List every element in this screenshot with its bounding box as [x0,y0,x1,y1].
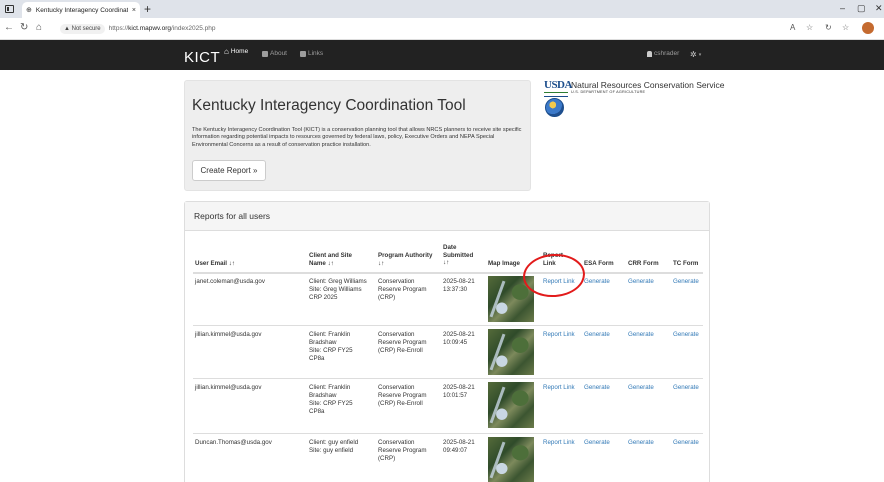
esa-generate-link[interactable]: Generate [584,278,610,286]
site-navbar: KICT ⌂ Home About Links cshrader ✲ ▾ [0,40,884,70]
maximize-icon[interactable]: ▢ [857,3,866,14]
crr-generate-link[interactable]: Generate [628,331,654,339]
header-crr-form: CRR Form [628,260,659,267]
header-divider [193,272,703,274]
header-client-site[interactable]: Client and Site Name ↓↑ [309,252,352,267]
row-map-image[interactable] [488,329,534,375]
gear-icon: ✲ [690,50,697,59]
agency-name: Natural Resources Conservation Service [571,80,725,90]
nav-about[interactable]: About [262,50,287,57]
header-program-authority[interactable]: Program Authority ↓↑ [378,252,432,267]
kentucky-seal-icon [545,98,564,117]
row-email: jillian.kimmel@usda.gov [195,384,262,391]
tc-generate-link[interactable]: Generate [673,278,699,286]
about-icon [262,50,268,57]
header-esa-form: ESA Form [584,260,614,267]
tab-close-icon[interactable]: × [132,7,136,14]
row-client-site: Client: Franklin Bradshaw Site: CRP FY25 CP… [309,331,353,362]
reports-panel-header: Reports for all users [185,202,709,231]
row-client-site: Client: guy enfield Site: guy enfield [309,439,359,454]
user-icon [647,50,652,57]
row-date: 2025-08-21 10:09:45 [443,331,475,346]
row-email: Duncan.Thomas@usda.gov [195,439,272,446]
new-tab-button[interactable]: + [144,2,151,16]
crr-generate-link[interactable]: Generate [628,384,654,392]
create-report-button[interactable]: Create Report » [192,160,266,181]
esa-generate-link[interactable]: Generate [584,439,610,447]
page-title: Kentucky Interagency Coordination Tool [192,97,466,114]
usda-logo: USDA [544,79,572,97]
row-divider [193,325,703,326]
row-email: janet.coleman@usda.gov [195,278,265,285]
url-input[interactable]: ▲ Not secure https://kict.mapwv.org/inde… [60,21,780,36]
not-secure-badge[interactable]: ▲ Not secure [60,23,105,34]
header-map-image: Map Image [488,260,520,267]
address-bar: ← ↻ ⌂ ▲ Not secure https://kict.mapwv.or… [0,18,884,40]
nav-home[interactable]: ⌂ Home [224,47,248,56]
brand-logo[interactable]: KICT [184,49,220,66]
tc-generate-link[interactable]: Generate [673,384,699,392]
report-link[interactable]: Report Link [543,439,575,447]
settings-menu[interactable]: ✲ ▾ [690,50,701,59]
row-divider [193,378,703,379]
home-icon: ⌂ [224,47,229,56]
nav-links-label: Links [308,50,324,57]
row-client-site: Client: Franklin Bradshaw Site: CRP FY25 CP… [309,384,353,415]
report-link[interactable]: Report Link [543,384,575,392]
report-link[interactable]: Report Link [543,331,575,339]
favorite-star-icon[interactable]: ☆ [806,23,813,32]
crr-generate-link[interactable]: Generate [628,439,654,447]
row-date: 2025-08-21 09:49:07 [443,439,475,454]
row-program: Conservation Reserve Program (CRP) [378,278,427,301]
tc-generate-link[interactable]: Generate [673,331,699,339]
row-program: Conservation Reserve Program (CRP) [378,439,427,462]
nav-links[interactable]: Links [300,50,323,57]
url-text: https://kict.mapwv.org/index2025.php [108,25,216,32]
row-date: 2025-08-21 10:01:57 [443,384,475,399]
header-user-email[interactable]: User Email ↓↑ [195,260,235,268]
window-menu-icon[interactable] [5,5,14,13]
browser-tab-bar: ⊕ Kentucky Interagency Coordinati × + – … [0,0,884,18]
favorites-icon[interactable]: ☆ [842,23,849,32]
department-name: U.S. DEPARTMENT OF AGRICULTURE [571,90,646,94]
intro-panel: Kentucky Interagency Coordination Tool T… [184,80,531,191]
profile-avatar[interactable] [862,22,874,34]
crr-generate-link[interactable]: Generate [628,278,654,286]
user-menu[interactable]: cshrader [647,50,679,57]
tc-generate-link[interactable]: Generate [673,439,699,447]
read-aloud-icon[interactable]: A [790,23,795,32]
row-map-image[interactable] [488,437,534,482]
header-tc-form: TC Form [673,260,699,267]
row-program: Conservation Reserve Program (CRP) Re-Enro… [378,384,427,407]
reports-title: Reports for all users [194,211,271,221]
nav-home-label: Home [230,48,249,55]
row-client-site: Client: Greg Williams Site: Greg Williams… [309,278,367,301]
row-map-image[interactable] [488,382,534,428]
esa-generate-link[interactable]: Generate [584,384,610,392]
row-email: jillian.kimmel@usda.gov [195,331,262,338]
browser-tab[interactable]: ⊕ Kentucky Interagency Coordinati × [22,2,140,18]
refresh-extension-icon[interactable]: ↻ [825,23,832,32]
header-date-submitted[interactable]: Date Submitted ↓↑ [443,244,473,267]
row-date: 2025-08-21 13:37:30 [443,278,475,293]
minimize-icon[interactable]: – [840,3,845,13]
links-icon [300,50,306,57]
row-program: Conservation Reserve Program (CRP) Re-Enro… [378,331,427,354]
reload-icon[interactable]: ↻ [20,22,28,33]
esa-generate-link[interactable]: Generate [584,331,610,339]
intro-description: The Kentucky Interagency Coordination To… [192,127,522,148]
nav-about-label: About [270,50,287,57]
globe-icon: ⊕ [26,7,32,14]
row-divider [193,433,703,434]
chevron-down-icon: ▾ [698,51,702,58]
back-icon[interactable]: ← [4,22,14,33]
user-name: cshrader [654,50,680,57]
close-window-icon[interactable]: ✕ [875,3,883,14]
home-icon[interactable]: ⌂ [36,22,42,33]
tab-title: Kentucky Interagency Coordinati [35,6,128,14]
